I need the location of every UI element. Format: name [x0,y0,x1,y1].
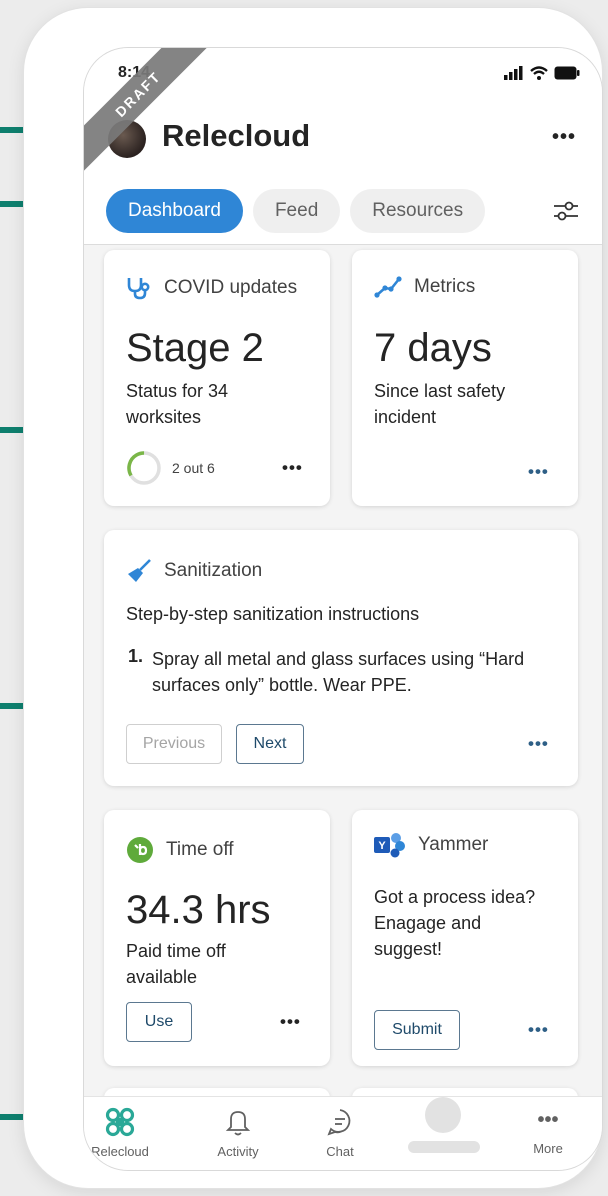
card-value: 7 days [374,326,492,370]
card-more-button[interactable]: ••• [528,734,549,754]
app-screen: 8:14 DRAFT Relecloud ••• Dashboard Feed … [84,48,602,1170]
card-header: Y Yammer [374,832,488,858]
phone-frame: 8:14 DRAFT Relecloud ••• Dashboard Feed … [24,8,602,1188]
filter-icon[interactable] [552,200,580,222]
status-icons [504,66,580,80]
top-bar: 8:14 DRAFT Relecloud ••• Dashboard Feed … [84,48,602,245]
nav-label: Relecloud [91,1144,149,1159]
tab-bar: Dashboard Feed Resources [106,189,486,233]
bell-icon [225,1111,251,1136]
nav-placeholder-avatar [425,1097,461,1133]
card-header: COVID updates [126,276,297,300]
card-header: Sanitization [126,558,262,584]
status-time: 8:14 [118,64,151,81]
use-button[interactable]: Use [126,1002,192,1042]
nav-item-relecloud[interactable]: Relecloud [84,1107,160,1159]
page-title: Relecloud [162,118,311,153]
card-more-button[interactable]: ••• [528,1020,549,1040]
card-subtitle: Got a process idea? Enagage and suggest! [374,887,536,959]
card-header: Time off [126,836,234,864]
card-title: COVID updates [164,277,298,298]
header-more-button[interactable]: ••• [552,126,576,149]
previous-button[interactable]: Previous [126,724,222,764]
phone-notch [192,48,464,94]
card-value: Stage 2 [126,326,264,370]
card-heading: Step-by-step sanitization instructions [126,604,420,624]
progress-ring [127,451,161,485]
step-text: Spray all metal and glass surfaces using… [152,649,525,695]
line-chart-icon [374,276,402,298]
next-button[interactable]: Next [236,724,304,764]
signal-icon [504,66,523,80]
card-time-off[interactable]: Time off 34.3 hrs Paid time off availabl… [104,810,330,1066]
step-number: 1. [128,646,144,666]
card-title: Metrics [414,276,476,297]
tab-resources[interactable]: Resources [350,189,486,233]
svg-text:Y: Y [378,840,386,852]
header-divider [84,244,602,245]
card-title: Yammer [418,834,489,855]
nav-item-chat[interactable]: Chat [300,1107,380,1159]
more-icon: ••• [537,1109,559,1131]
card-sanitization[interactable]: Sanitization Step-by-step sanitization i… [104,530,578,786]
time-off-icon [127,837,153,863]
home-indicator [408,1141,480,1153]
card-more-button[interactable]: ••• [282,458,303,478]
card-subtitle: Status for 34 worksites [126,381,229,427]
nav-item-more[interactable]: ••• More [508,1107,588,1156]
card-title: Sanitization [164,560,263,581]
nav-label: More [533,1141,563,1156]
nav-label: Chat [326,1144,354,1159]
avatar[interactable] [108,120,146,158]
submit-button[interactable]: Submit [374,1010,460,1050]
chat-icon [327,1109,351,1136]
card-title: Time off [166,839,234,860]
tab-dashboard[interactable]: Dashboard [106,189,243,233]
card-more-button[interactable]: ••• [528,462,549,482]
battery-icon [554,66,580,80]
card-metrics[interactable]: Metrics 7 days Since last safety inciden… [352,250,578,506]
card-header: Metrics [374,276,475,298]
tab-feed[interactable]: Feed [252,189,341,233]
card-more-button[interactable]: ••• [280,1012,301,1032]
card-subtitle: Since last safety incident [374,381,506,427]
progress-label: 2 out 6 [172,460,215,476]
card-yammer[interactable]: Y Yammer Got a process idea? Enagage and… [352,810,578,1066]
nav-label: Activity [217,1144,259,1159]
card-subtitle: Paid time off available [126,941,226,987]
relecloud-icon [105,1107,135,1137]
stethoscope-icon [127,278,150,300]
nav-item-activity[interactable]: Activity [198,1107,278,1159]
bottom-nav: Relecloud Activity Chat ••• More [84,1096,602,1170]
wifi-icon [530,66,548,80]
card-covid-updates[interactable]: COVID updates Stage 2 Status for 34 work… [104,250,330,506]
broom-icon [128,559,151,582]
card-value: 34.3 hrs [126,888,271,932]
yammer-icon: Y [374,833,405,858]
